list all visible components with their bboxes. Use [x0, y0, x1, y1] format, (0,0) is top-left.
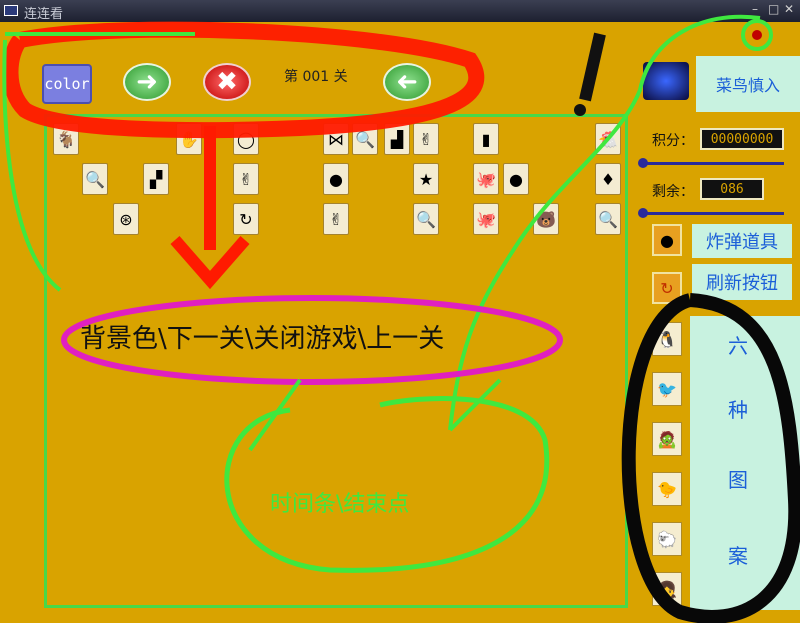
tile-mag[interactable]: 🔍 — [352, 123, 378, 155]
pattern-text-1: 六 — [728, 334, 748, 358]
pattern-text-4: 案 — [728, 544, 748, 568]
score-value: 00000000 — [700, 128, 784, 150]
pattern-panel: 六 种 图 案 — [690, 316, 800, 610]
tile-peace[interactable]: ✌ — [413, 123, 439, 155]
slider-knob[interactable] — [638, 158, 648, 168]
arrow-right-icon: ➜ — [123, 63, 171, 101]
minimize-icon[interactable]: – — [752, 2, 766, 16]
tile-bow[interactable]: ⋈ — [323, 123, 349, 155]
pattern-icon-4: 🐤 — [652, 472, 682, 506]
tile-peace[interactable]: ✌ — [323, 203, 349, 235]
level-indicator: 第 001 关 — [284, 69, 348, 85]
remaining-slider[interactable] — [638, 208, 784, 218]
close-window-icon[interactable]: ✕ — [784, 2, 798, 16]
tile-tetris[interactable]: ▞ — [143, 163, 169, 195]
tile-star[interactable]: ★ — [413, 163, 439, 195]
score-label: 积分： — [652, 133, 694, 149]
tile-octo[interactable]: 🐙 — [473, 203, 499, 235]
player-name: 菜鸟慎入 — [696, 56, 800, 112]
remaining-value: 086 — [700, 178, 764, 200]
tile-mag[interactable]: 🔍 — [595, 203, 621, 235]
pattern-text-3: 图 — [728, 468, 748, 492]
bomb-button[interactable]: ● — [652, 224, 682, 256]
tile-octo[interactable]: 🐙 — [473, 163, 499, 195]
next-level-button[interactable]: ➜ — [122, 62, 172, 102]
tile-mag[interactable]: 🔍 — [82, 163, 108, 195]
tile-mag[interactable]: 🔍 — [413, 203, 439, 235]
toolbar-annotation-text: 背景色\下一关\关闭游戏\上一关 — [80, 324, 445, 354]
window-title: 连连看 — [24, 7, 64, 22]
pattern-icon-6: 👧 — [652, 572, 682, 606]
tile-peace[interactable]: ✌ — [233, 163, 259, 195]
refresh-label: 刷新按钮 — [692, 264, 792, 300]
tile-ball[interactable]: ● — [503, 163, 529, 195]
player-avatar — [643, 62, 689, 100]
tile-chicken[interactable]: 🐔 — [595, 123, 621, 155]
close-icon: ✖ — [203, 63, 251, 101]
arrow-left-icon: ➜ — [383, 63, 431, 101]
tile-hand[interactable]: ✋ — [176, 123, 202, 155]
tile-bear[interactable]: 🐻 — [533, 203, 559, 235]
pattern-text-2: 种 — [728, 398, 748, 422]
background-color-button[interactable]: color — [42, 64, 92, 104]
score-slider[interactable] — [638, 158, 784, 168]
pattern-icon-1: 🐧 — [652, 322, 682, 356]
tile-refresh[interactable]: ↻ — [233, 203, 259, 235]
bomb-label: 炸弹道具 — [692, 224, 792, 258]
previous-level-button[interactable]: ➜ — [382, 62, 432, 102]
tile-tetris[interactable]: ▟ — [384, 123, 410, 155]
remaining-label: 剩余： — [652, 184, 694, 200]
tile-bar[interactable]: ▮ — [473, 123, 499, 155]
title-bar: 连连看 – □ ✕ — [0, 0, 800, 22]
tile-diamond[interactable]: ♦ — [595, 163, 621, 195]
pattern-icon-2: 🐦 — [652, 372, 682, 406]
tile-goat[interactable]: 🐐 — [53, 123, 79, 155]
tile-clock[interactable]: ⊛ — [113, 203, 139, 235]
tile-pearl[interactable]: ◯ — [233, 123, 259, 155]
pattern-icon-5: 🐑 — [652, 522, 682, 556]
refresh-button[interactable]: ↻ — [652, 272, 682, 304]
pattern-icon-3: 🧟 — [652, 422, 682, 456]
refresh-icon: ↻ — [660, 278, 674, 298]
slider-knob[interactable] — [638, 208, 648, 218]
bomb-icon: ● — [660, 230, 674, 250]
close-game-button[interactable]: ✖ — [202, 62, 252, 102]
window-icon — [4, 5, 18, 16]
maximize-icon[interactable]: □ — [768, 2, 782, 16]
tile-ball[interactable]: ● — [323, 163, 349, 195]
timebar-annotation-text: 时间条\结束点 — [270, 492, 410, 517]
